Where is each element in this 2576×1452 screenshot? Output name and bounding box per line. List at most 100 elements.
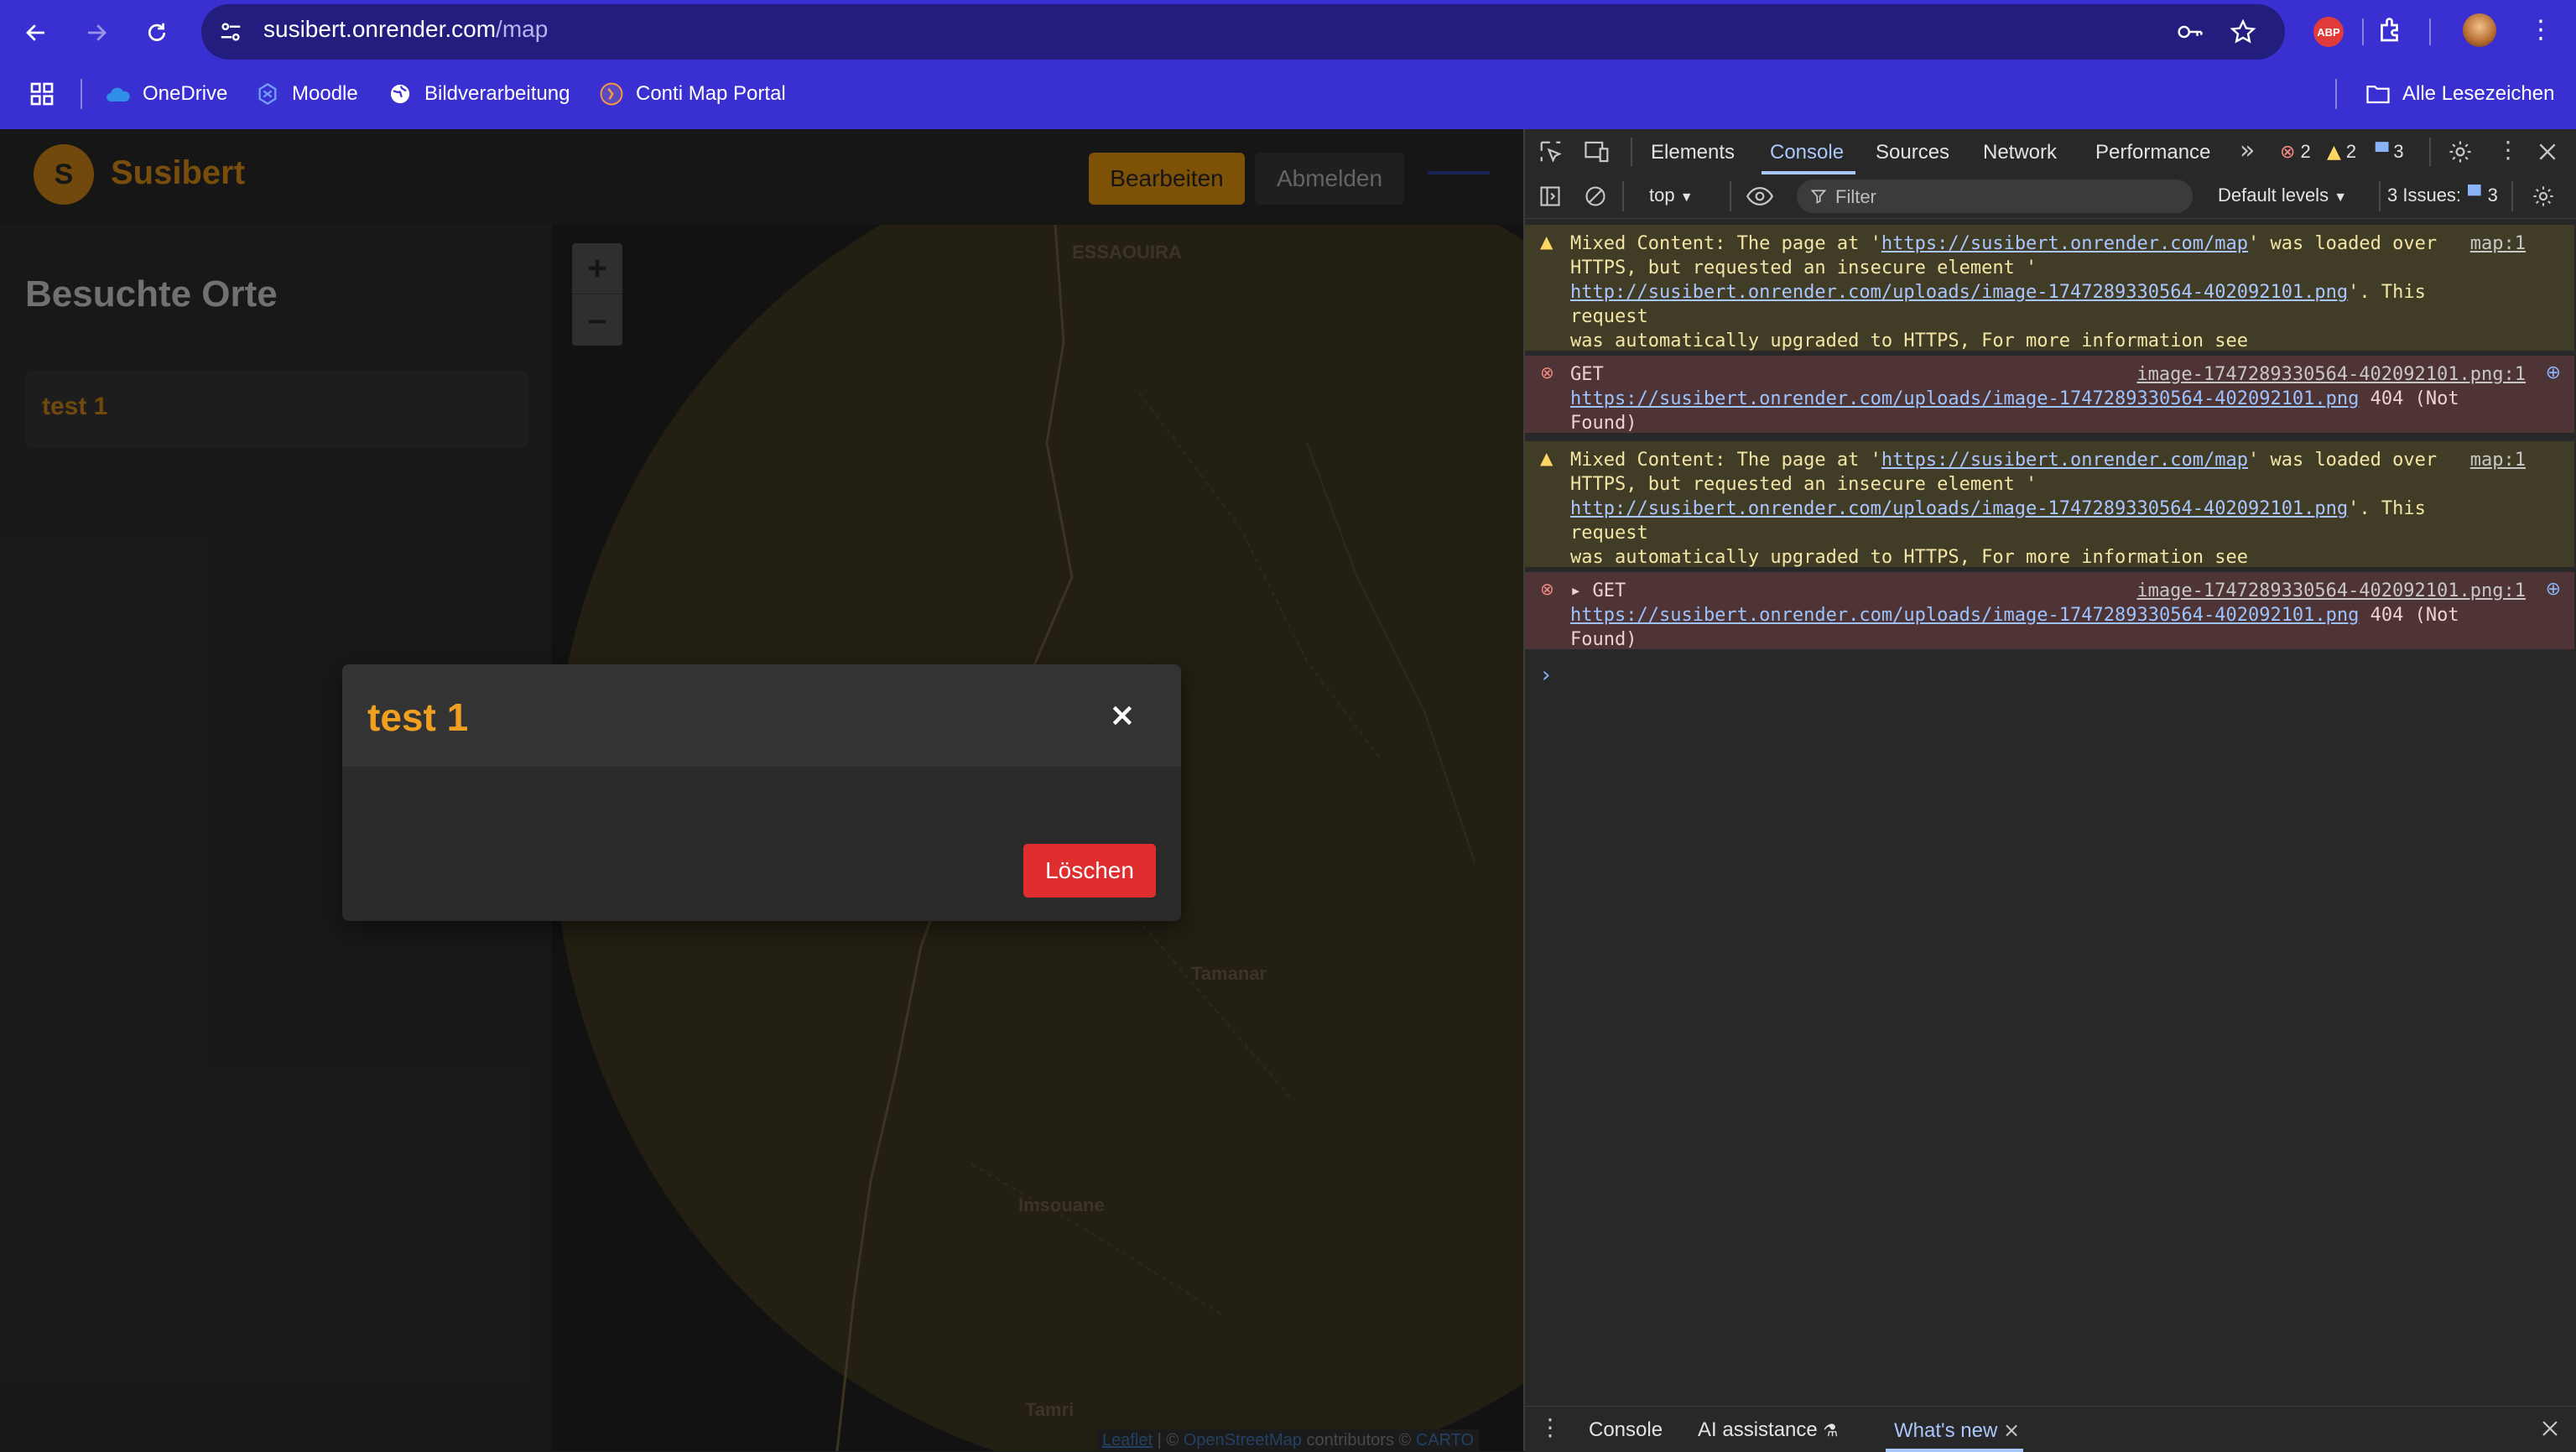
- adblock-plus-icon[interactable]: ABP: [2313, 17, 2344, 47]
- console-prompt[interactable]: ›: [1542, 663, 1550, 688]
- forward-button[interactable]: [75, 12, 117, 54]
- drawer-tab-console[interactable]: Console: [1589, 1418, 1663, 1442]
- error-count: 2: [2300, 141, 2311, 162]
- tab-console[interactable]: Console: [1770, 141, 1844, 164]
- modal-close-button[interactable]: ×: [1109, 696, 1136, 733]
- flask-icon: ⚗: [1823, 1420, 1839, 1440]
- arrow-right-icon: [88, 24, 107, 41]
- tab-sources[interactable]: Sources: [1876, 141, 1949, 164]
- drawer-menu-icon[interactable]: ⋮: [1538, 1413, 1562, 1441]
- extensions-puzzle-icon[interactable]: [2376, 15, 2406, 45]
- network-request-icon[interactable]: ⊕: [2546, 361, 2561, 385]
- bookmark-label: Moodle: [292, 82, 358, 105]
- message-source-link[interactable]: map:1: [2470, 232, 2526, 256]
- star-bookmark-icon[interactable]: [2230, 18, 2256, 45]
- inspect-element-icon[interactable]: [1538, 139, 1564, 164]
- settings-gear-icon[interactable]: [2448, 139, 2473, 164]
- drawer-tab-label: AI assistance: [1698, 1418, 1818, 1441]
- network-request-icon[interactable]: ⊕: [2546, 577, 2561, 601]
- message-source-link[interactable]: image-1747289330564-402092101.png:1: [2136, 362, 2526, 387]
- conti-icon: [599, 81, 624, 107]
- log-levels-dropdown[interactable]: Default levels ▼: [2218, 185, 2347, 206]
- warning-count: 2: [2345, 141, 2357, 162]
- console-error-message[interactable]: ⊗ ▸ GET https://susibert.onrender.com/up…: [1525, 572, 2574, 650]
- message-source-link[interactable]: image-1747289330564-402092101.png:1: [2136, 579, 2526, 603]
- message-icon: ▀: [2376, 142, 2389, 162]
- context-selector[interactable]: top ▼: [1649, 185, 1694, 206]
- bookmark-label: Bildverarbeitung: [424, 82, 570, 105]
- context-label: top: [1649, 185, 1675, 206]
- message-line: Found): [1570, 413, 1637, 434]
- globe-icon: [388, 81, 413, 107]
- error-count-badge[interactable]: ⊗ 2: [2280, 141, 2311, 163]
- issues-button[interactable]: 3 Issues: ▀ 3: [2387, 185, 2498, 206]
- bookmark-onedrive[interactable]: OneDrive: [106, 77, 227, 111]
- message-line: Mixed Content: The page at 'https://susi…: [1570, 450, 2438, 471]
- close-devtools-icon[interactable]: [2537, 141, 2558, 163]
- url-path: /map: [496, 16, 549, 42]
- message-line: http://susibert.onrender.com/uploads/ima…: [1570, 282, 2426, 327]
- folder-icon: [2365, 81, 2391, 107]
- tab-network[interactable]: Network: [1983, 141, 2057, 164]
- devtools-menu-icon[interactable]: ⋮: [2496, 136, 2520, 164]
- bookmark-divider: [2335, 79, 2337, 109]
- back-button[interactable]: [15, 12, 57, 54]
- clear-console-icon[interactable]: [1584, 185, 1607, 208]
- apps-grid-icon[interactable]: [29, 81, 55, 107]
- site-info-icon[interactable]: [218, 19, 243, 44]
- bookmark-bildverarbeitung[interactable]: Bildverarbeitung: [388, 77, 570, 111]
- console-error-message[interactable]: ⊗ GET https://susibert.onrender.com/uplo…: [1525, 356, 2574, 434]
- bookmark-label: OneDrive: [143, 82, 228, 105]
- error-icon: ⊗: [2280, 141, 2296, 163]
- info-count-badge[interactable]: ▀ 3: [2376, 141, 2404, 163]
- devtools-drawer-tabbar: ⋮ Console AI assistance ⚗ What's new ×: [1525, 1406, 2576, 1452]
- sidebar-toggle-icon[interactable]: [1538, 185, 1562, 208]
- bookmark-moodle[interactable]: Moodle: [255, 77, 358, 111]
- warning-icon: ▲: [2327, 141, 2341, 163]
- message-line: Mixed Content: The page at 'https://susi…: [1570, 233, 2438, 254]
- error-icon: ⊗: [1540, 362, 1554, 383]
- message-line: Found): [1570, 629, 1637, 650]
- console-filter-input[interactable]: Filter: [1797, 180, 2193, 213]
- tab-performance[interactable]: Performance: [2095, 141, 2210, 164]
- web-page: S Susibert Bearbeiten Abmelden Besuchte …: [0, 129, 1523, 1451]
- toolbar-divider: [2379, 181, 2381, 211]
- device-toolbar-icon[interactable]: [1584, 139, 1611, 164]
- modal-header: test 1 ×: [342, 664, 1181, 767]
- console-warning-message[interactable]: ▲ Mixed Content: The page at 'https://su…: [1525, 441, 2574, 592]
- modal-title: test 1: [367, 695, 469, 739]
- console-warning-message[interactable]: ▲ Mixed Content: The page at 'https://su…: [1525, 225, 2574, 376]
- close-drawer-icon[interactable]: [2540, 1418, 2560, 1439]
- live-expression-eye-icon[interactable]: [1746, 185, 1773, 208]
- bookmark-divider: [81, 79, 82, 109]
- profile-avatar[interactable]: [2463, 13, 2496, 47]
- devtools-panel: Elements Console Sources Network Perform…: [1523, 129, 2576, 1452]
- browser-chrome: susibert.onrender.com/map ABP ⋮ OneDrive…: [0, 0, 2576, 129]
- url-text[interactable]: susibert.onrender.com/map: [263, 16, 548, 43]
- toolbar-divider: [2362, 18, 2364, 45]
- warning-icon: ▲: [1540, 448, 1553, 468]
- address-bar[interactable]: susibert.onrender.com/map: [201, 4, 2285, 60]
- all-bookmarks-label: Alle Lesezeichen: [2402, 82, 2555, 105]
- drawer-tab-whats-new[interactable]: What's new ×: [1894, 1418, 2020, 1443]
- drawer-tab-ai-assistance[interactable]: AI assistance ⚗: [1698, 1418, 1838, 1442]
- all-bookmarks-button[interactable]: Alle Lesezeichen: [2365, 77, 2554, 111]
- message-line: https://susibert.onrender.com/uploads/im…: [1570, 388, 2459, 409]
- close-tab-icon[interactable]: ×: [2003, 1418, 2020, 1442]
- issues-count: 3: [2487, 185, 2498, 206]
- console-settings-gear-icon[interactable]: [2532, 185, 2555, 208]
- reload-button[interactable]: [136, 12, 178, 54]
- message-line: HTTPS, but requested an insecure element…: [1570, 258, 2037, 278]
- warning-count-badge[interactable]: ▲ 2: [2327, 141, 2356, 163]
- delete-button[interactable]: Löschen: [1023, 844, 1156, 898]
- active-drawer-tab-indicator: [1886, 1449, 2023, 1452]
- bookmark-conti-map-portal[interactable]: Conti Map Portal: [599, 77, 786, 111]
- error-icon: ⊗: [1540, 579, 1554, 599]
- more-tabs-icon[interactable]: »: [2240, 136, 2255, 165]
- message-source-link[interactable]: map:1: [2470, 448, 2526, 472]
- password-key-icon[interactable]: [2176, 19, 2204, 44]
- dropdown-arrow-icon: ▼: [2334, 190, 2348, 205]
- moodle-icon: [255, 81, 280, 107]
- chrome-menu-icon[interactable]: ⋮: [2528, 15, 2553, 45]
- tab-elements[interactable]: Elements: [1651, 141, 1735, 164]
